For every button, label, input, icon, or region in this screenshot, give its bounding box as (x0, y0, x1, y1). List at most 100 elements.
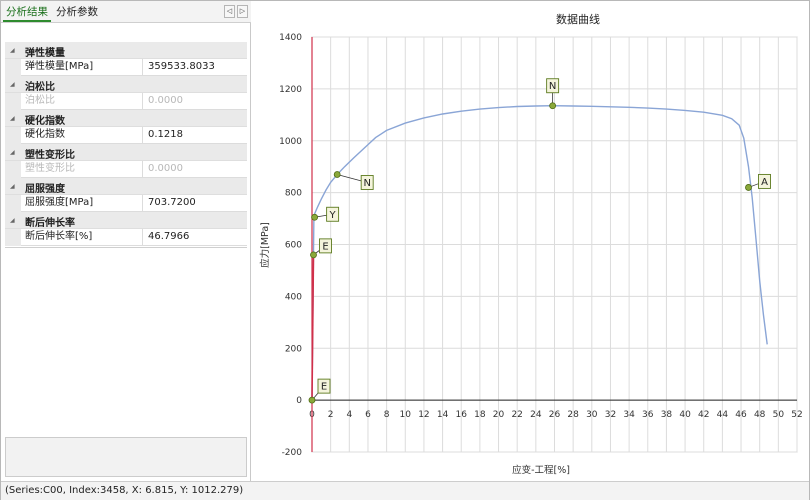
marker-point (308, 396, 316, 404)
y-tick-label: 1400 (279, 33, 302, 43)
property-key: 断后伸长率[%] (5, 229, 143, 246)
y-tick-label: 0 (296, 396, 302, 406)
category-hardening-index[interactable]: ◢ 硬化指数 (5, 110, 247, 127)
x-tick-label: 12 (418, 410, 429, 420)
category-title: 弹性模量 (25, 48, 65, 59)
property-value: 0.0000 (148, 163, 183, 174)
chart-svg[interactable]: 数据曲线 -2000200400600800100012001400 02468… (252, 1, 809, 481)
tab-analysis-results[interactable]: 分析结果 (3, 4, 51, 22)
chart-grid (311, 36, 798, 453)
property-row[interactable]: 弹性模量[MPa] 359533.8033 (5, 59, 247, 76)
y-axis-label: 应力[MPa] (259, 222, 271, 268)
x-tick-label: 22 (511, 410, 522, 420)
tab-scroll-right-button[interactable]: ▷ (237, 5, 248, 18)
marker-label: E (321, 382, 327, 393)
x-tick-label: 26 (549, 410, 561, 420)
x-tick-label: 42 (698, 410, 709, 420)
grid-divider (5, 247, 247, 248)
left-panel: 分析结果 分析参数 ◁ ▷ ◢ 弹性模量 弹性模量[MPa] 359533.80… (1, 1, 251, 481)
x-tick-label: 48 (754, 410, 766, 420)
x-tick-label: 2 (328, 410, 334, 420)
x-tick-label: 28 (567, 410, 579, 420)
collapse-triangle-icon[interactable]: ◢ (10, 183, 15, 190)
category-title: 屈服强度 (25, 184, 65, 195)
x-tick-label: 18 (474, 410, 486, 420)
marker-label: E (322, 241, 328, 252)
y-tick-label: -200 (282, 448, 303, 458)
y-tick-label: 800 (285, 189, 302, 199)
tab-analysis-params[interactable]: 分析参数 (53, 4, 101, 22)
marker-point (310, 251, 317, 259)
marker-point (745, 184, 752, 191)
category-elongation-after-fracture[interactable]: ◢ 断后伸长率 (5, 212, 247, 229)
y-tick-label: 1200 (279, 85, 302, 95)
x-tick-label: 52 (791, 410, 802, 420)
x-tick-label: 6 (365, 410, 371, 420)
property-row[interactable]: 硬化指数 0.1218 (5, 127, 247, 144)
category-title: 塑性变形比 (25, 150, 75, 161)
x-tick-label: 50 (773, 410, 785, 420)
chart-area[interactable]: 数据曲线 -2000200400600800100012001400 02468… (252, 1, 809, 481)
collapse-triangle-icon[interactable]: ◢ (10, 217, 15, 224)
property-value[interactable]: 359533.8033 (145, 59, 245, 76)
x-tick-label: 46 (735, 410, 747, 420)
marker-point (333, 171, 341, 178)
description-panel (5, 437, 247, 477)
x-tick-label: 10 (400, 410, 412, 420)
collapse-triangle-icon[interactable]: ◢ (10, 47, 15, 54)
y-tick-label: 200 (285, 344, 302, 354)
category-elastic-modulus[interactable]: ◢ 弹性模量 (5, 42, 247, 59)
collapse-triangle-icon[interactable]: ◢ (10, 115, 15, 122)
property-row[interactable]: 断后伸长率[%] 46.7966 (5, 229, 247, 246)
x-tick-label: 16 (456, 410, 468, 420)
marker-label: N (363, 178, 370, 189)
x-tick-label: 14 (437, 410, 449, 420)
property-value: 0.0000 (148, 95, 183, 106)
y-tick-labels: -200 0 200 400 600 800 1000 1200 1400 (279, 33, 302, 458)
property-key: 硬化指数 (5, 127, 143, 144)
y-tick-label: 600 (285, 241, 302, 251)
x-tick-label: 30 (586, 410, 598, 420)
property-grid: ◢ 弹性模量 弹性模量[MPa] 359533.8033 ◢ 泊松比 泊松比 0… (5, 42, 247, 246)
x-tick-label: 34 (623, 410, 635, 420)
x-tick-label: 36 (642, 410, 654, 420)
x-tick-label: 24 (530, 410, 542, 420)
x-tick-label: 20 (493, 410, 505, 420)
property-row: 泊松比 0.0000 (5, 93, 247, 110)
category-title: 泊松比 (25, 82, 55, 93)
x-axis-label: 应变-工程[%] (512, 464, 570, 476)
marker-label: Y (329, 210, 337, 221)
status-text: (Series:C00, Index:3458, X: 6.815, Y: 10… (5, 485, 244, 496)
y-tick-label: 1000 (279, 137, 302, 147)
x-tick-label: 32 (605, 410, 616, 420)
property-key: 弹性模量[MPa] (5, 59, 143, 76)
category-plastic-strain-ratio[interactable]: ◢ 塑性变形比 (5, 144, 247, 161)
property-value[interactable]: 46.7966 (145, 229, 245, 246)
property-row[interactable]: 屈服强度[MPa] 703.7200 (5, 195, 247, 212)
x-tick-label: 4 (346, 410, 352, 420)
tab-bar: 分析结果 分析参数 ◁ ▷ (1, 1, 251, 23)
property-key: 屈服强度[MPa] (5, 195, 143, 212)
marker-label: A (761, 177, 768, 188)
marker-point (549, 102, 557, 110)
category-title: 断后伸长率 (25, 218, 75, 229)
marker-point (311, 213, 319, 221)
status-bar: (Series:C00, Index:3458, X: 6.815, Y: 10… (1, 481, 809, 500)
marker-label: N (549, 81, 556, 92)
x-tick-label: 40 (679, 410, 691, 420)
property-key: 塑性变形比 (5, 161, 143, 178)
y-tick-label: 400 (285, 292, 302, 302)
x-tick-label: 38 (661, 410, 673, 420)
category-title: 硬化指数 (25, 116, 65, 127)
property-row: 塑性变形比 0.0000 (5, 161, 247, 178)
collapse-triangle-icon[interactable]: ◢ (10, 81, 15, 88)
category-yield-strength[interactable]: ◢ 屈服强度 (5, 178, 247, 195)
chart-title: 数据曲线 (556, 12, 600, 26)
tab-scroll-left-button[interactable]: ◁ (224, 5, 235, 18)
app-window: 分析结果 分析参数 ◁ ▷ ◢ 弹性模量 弹性模量[MPa] 359533.80… (0, 0, 810, 500)
property-value[interactable]: 703.7200 (145, 195, 245, 212)
collapse-triangle-icon[interactable]: ◢ (10, 149, 15, 156)
property-value[interactable]: 0.1218 (145, 127, 245, 144)
category-poisson-ratio[interactable]: ◢ 泊松比 (5, 76, 247, 93)
property-key: 泊松比 (5, 93, 143, 110)
